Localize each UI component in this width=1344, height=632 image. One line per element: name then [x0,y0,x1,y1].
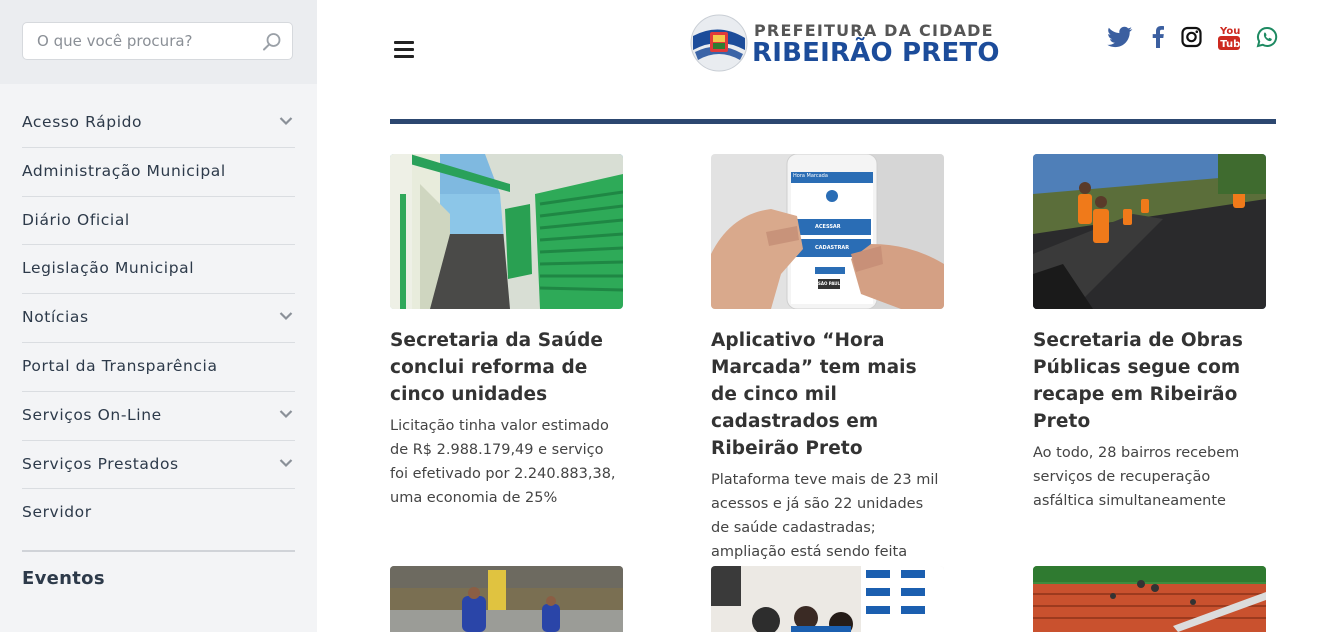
news-title[interactable]: Secretaria da Saúde conclui reforma de c… [390,327,624,408]
logo-title-main: RIBEIRÃO PRETO [752,38,1000,68]
divider [22,550,295,552]
search-icon[interactable] [262,32,282,52]
news-image-phone-app[interactable]: Hora Marcada ACESSAR CADASTRAR SÃO PAULO [711,154,944,309]
search-box[interactable] [22,22,293,60]
app-brand-label: SÃO PAULO [818,281,844,286]
city-emblem-icon [690,14,748,72]
search-input[interactable] [37,31,257,51]
svg-text:Tube: Tube [1220,39,1240,50]
news-image-futsal[interactable] [390,566,623,632]
sidebar-item-servicos-prestados[interactable]: Serviços Prestados [22,441,295,490]
app-acessar-label: ACESSAR [815,224,841,230]
events-heading: Eventos [22,568,105,589]
twitter-icon[interactable] [1107,26,1133,52]
app-header-text: Hora Marcada [793,173,828,179]
news-image-road-works[interactable] [1033,154,1266,309]
sidebar-item-servidor[interactable]: Servidor [22,489,295,538]
sidebar-item-label: Serviços Prestados [22,454,179,473]
sidebar-item-label: Servidor [22,503,92,522]
chevron-down-icon[interactable] [279,409,293,419]
sidebar-item-label: Serviços On-Line [22,405,162,424]
news-image-daerp-event[interactable] [711,566,944,632]
sidebar-item-label: Diário Oficial [22,210,130,229]
sidebar-item-label: Administração Municipal [22,161,226,180]
news-description: Ao todo, 28 bairros recebem serviços de … [1033,445,1240,509]
news-title[interactable]: Secretaria de Obras Públicas segue com r… [1033,327,1267,435]
news-description: Licitação tinha valor estimado de R$ 2.9… [390,418,616,506]
sidebar-item-servicos-online[interactable]: Serviços On-Line [22,392,295,441]
sidebar-item-label: Notícias [22,308,89,327]
facebook-icon[interactable] [1152,26,1164,52]
hamburger-menu-icon[interactable] [394,41,414,58]
sidebar-item-diario-oficial[interactable]: Diário Oficial [22,197,295,246]
chevron-down-icon[interactable] [279,458,293,468]
whatsapp-icon[interactable] [1256,26,1278,52]
sidebar-item-label: Acesso Rápido [22,113,143,131]
news-card[interactable]: Secretaria de Obras Públicas segue com r… [1033,154,1267,513]
sidebar-item-noticias[interactable]: Notícias [22,294,295,343]
app-cadastrar-label: CADASTRAR [815,245,850,251]
sidebar: Acesso Rápido Administração Municipal Di… [0,0,317,632]
sidebar-item-administracao-municipal[interactable]: Administração Municipal [22,148,295,197]
instagram-icon[interactable] [1181,26,1202,52]
search-area [0,0,317,84]
svg-text:You: You [1219,26,1240,37]
news-card[interactable]: Hora Marcada ACESSAR CADASTRAR SÃO PAULO… [711,154,945,588]
news-title[interactable]: Aplicativo “Hora Marcada” tem mais de ci… [711,327,945,462]
news-card[interactable]: Secretaria da Saúde conclui reforma de c… [390,154,624,510]
header-divider [390,119,1276,124]
sidebar-item-label: Portal da Transparência [22,356,218,375]
news-image-health-unit[interactable] [390,154,623,309]
city-logo[interactable]: PREFEITURA DA CIDADE RIBEIRÃO PRETO [690,14,1000,74]
sidebar-item-acesso-rapido[interactable]: Acesso Rápido [22,99,295,148]
sidebar-item-portal-transparencia[interactable]: Portal da Transparência [22,343,295,392]
youtube-icon[interactable]: You Tube [1218,24,1240,50]
chevron-down-icon[interactable] [279,311,293,321]
chevron-down-icon[interactable] [279,116,293,126]
sidebar-item-legislacao-municipal[interactable]: Legislação Municipal [22,245,295,295]
sidebar-item-label: Legislação Municipal [22,259,195,278]
sidebar-menu: Acesso Rápido Administração Municipal Di… [22,99,295,538]
news-image-gym-stands[interactable] [1033,566,1266,632]
